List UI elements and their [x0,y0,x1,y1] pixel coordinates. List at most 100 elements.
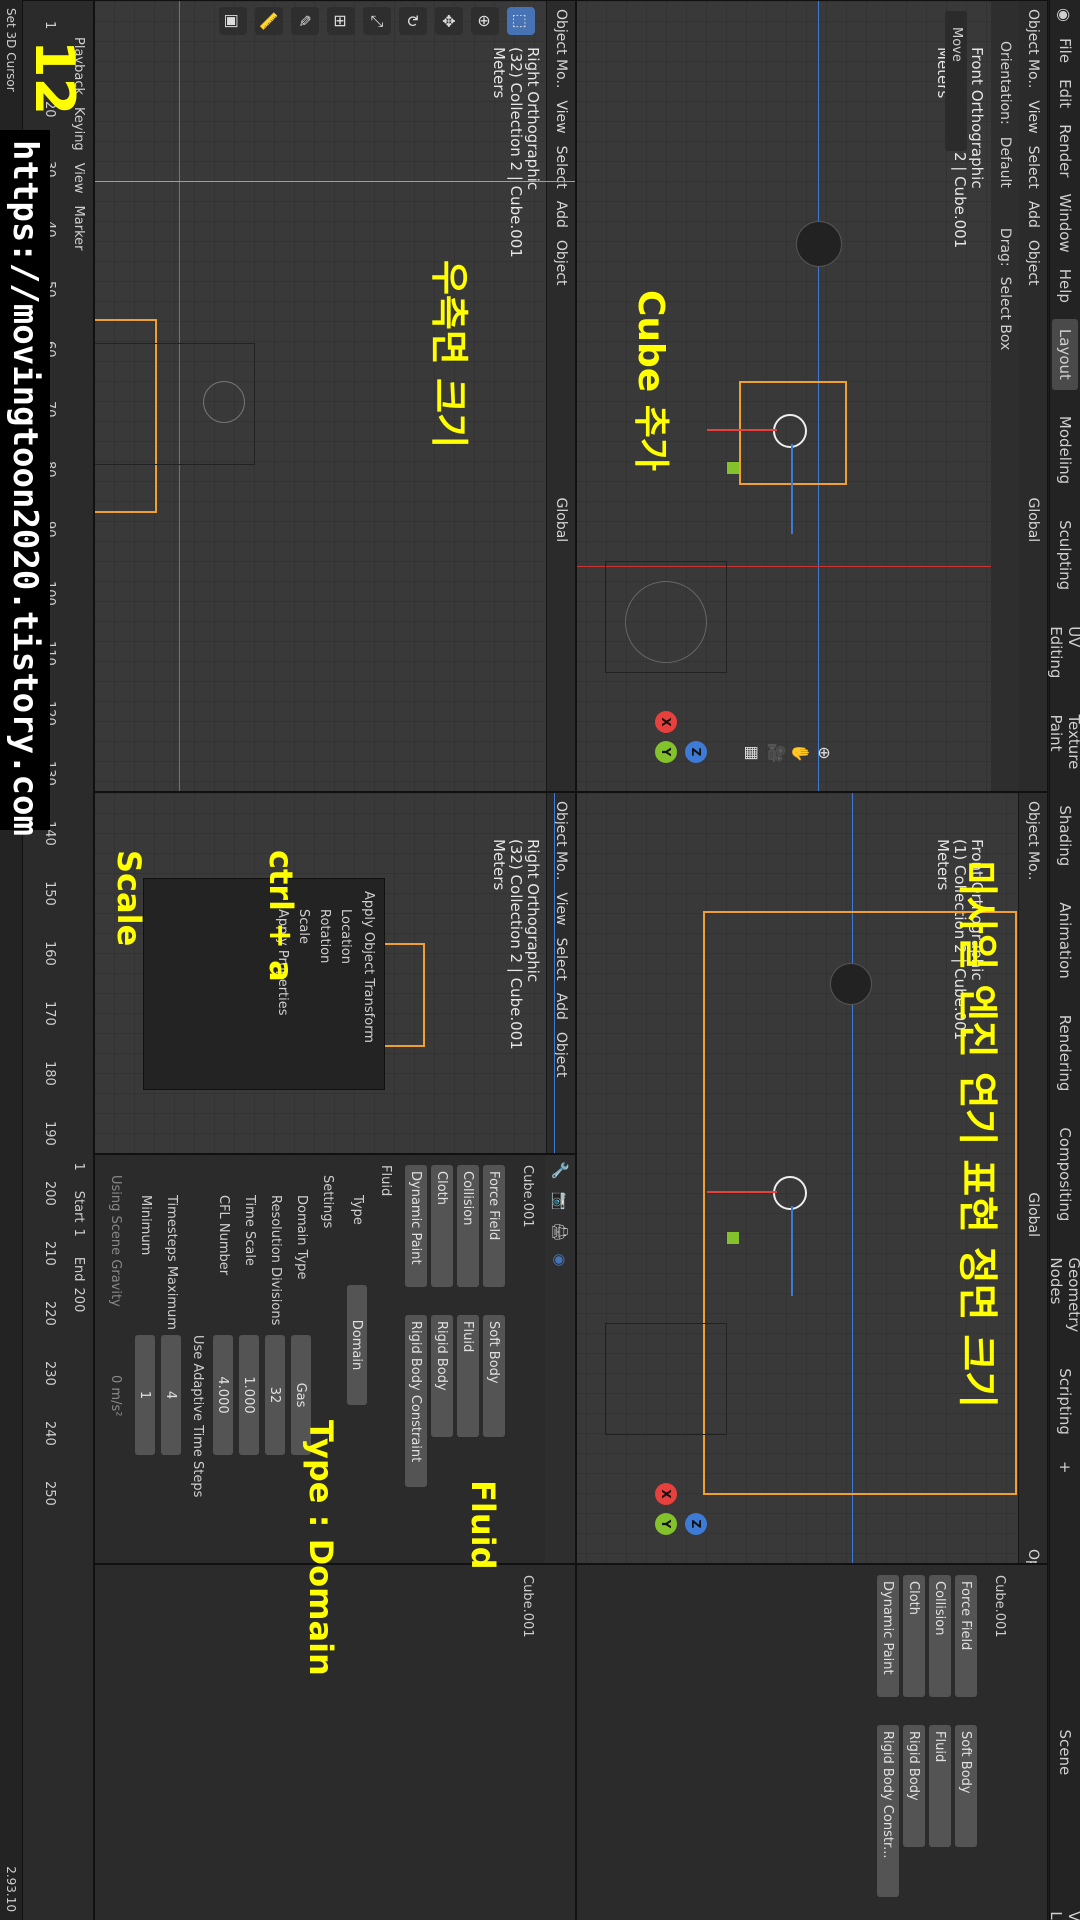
view-layer-selector[interactable]: View Layer [1047,1911,1080,1920]
viewport-right[interactable]: Object Mo.. View Select Add Object Globa… [94,0,576,792]
rigid-body-constraint-button[interactable]: Rigid Body Constraint [405,1315,427,1487]
viewport-right-2[interactable]: Object Mo.. View Select Add Object Right… [94,792,576,1154]
scene-selector[interactable]: Scene [1056,1730,1074,1776]
menu-window[interactable]: Window [1056,194,1074,253]
tab-compositing[interactable]: Compositing [1052,1117,1078,1231]
menu-select[interactable]: Select [553,938,569,981]
apply-location-checkbox[interactable]: Location [338,909,353,1059]
transform-orientation[interactable]: Global [1025,498,1041,543]
select-box-tool-icon[interactable]: ⬚ [507,7,535,35]
fluid-type-dropdown[interactable]: Domain [347,1285,367,1405]
dynamic-paint-button[interactable]: Dynamic Paint [405,1165,427,1287]
sphere-object[interactable] [830,963,872,1005]
add-cube-tool-icon[interactable]: ▣ [219,7,247,35]
gizmo-z-arrow[interactable] [791,444,793,534]
mode-dropdown[interactable]: Object Mo.. [553,801,569,880]
timesteps-max-field[interactable]: 4 [161,1335,181,1455]
tab-rendering[interactable]: Rendering [1052,1005,1078,1102]
resolution-field[interactable]: 32 [265,1335,285,1455]
mode-dropdown[interactable]: Object Mo.. [1025,801,1041,880]
transform-origin-circle[interactable] [773,414,807,448]
tab-sculpting[interactable]: Sculpting [1052,510,1078,600]
gizmo-plane-handle[interactable] [727,1232,739,1244]
gizmo-plane-handle[interactable] [727,462,739,474]
menu-object[interactable]: Object [553,1032,569,1078]
tab-shading[interactable]: Shading [1052,795,1078,876]
mode-dropdown[interactable]: Object Mo.. [553,9,569,88]
menu-add[interactable]: Add [553,993,569,1020]
apply-rotation-checkbox[interactable]: Rotation [317,909,332,1059]
menu-render[interactable]: Render [1056,124,1074,177]
menu-select[interactable]: Select [553,146,569,189]
menu-add[interactable]: Add [1025,201,1041,228]
drag-select-box[interactable]: Select Box [997,277,1013,351]
force-field-button[interactable]: Force Field [483,1165,505,1287]
menu-help[interactable]: Help [1056,269,1074,303]
move-panel[interactable]: Move [945,11,967,151]
rotate-tool-icon[interactable]: ↻ [399,7,427,35]
menu-view[interactable]: View [1025,100,1041,133]
gizmo-x-icon[interactable]: X [655,711,677,733]
add-workspace-button[interactable]: + [1056,1461,1074,1474]
marker-menu[interactable]: Marker [72,206,87,251]
grid-view-icon[interactable]: ▦ [741,741,765,765]
menu-view[interactable]: View [553,100,569,133]
menu-view[interactable]: View [553,892,569,925]
rigid-body-button[interactable]: Rigid Body [431,1315,453,1437]
minimum-field[interactable]: 1 [135,1335,155,1455]
menu-object[interactable]: Object [1025,240,1041,286]
cloth-button[interactable]: Cloth [903,1575,925,1697]
annotate-tool-icon[interactable]: ✎ [291,7,319,35]
transform-orientation[interactable]: Global [553,498,569,543]
collision-button[interactable]: Collision [457,1165,479,1287]
menu-file[interactable]: File [1056,38,1074,63]
start-field[interactable]: 1 [72,1229,87,1237]
tab-uv-editing[interactable]: UV Editing [1043,616,1080,688]
cursor-tool-icon[interactable]: ⊕ [471,7,499,35]
gizmo-z-arrow[interactable] [791,1206,793,1296]
orientation-default[interactable]: Default [997,137,1013,188]
adaptive-timesteps-checkbox[interactable]: Use Adaptive Time Steps [190,1335,205,1497]
fluid-button[interactable]: Fluid [929,1725,951,1847]
tab-geometry-nodes[interactable]: Geometry Nodes [1043,1247,1080,1342]
tab-layout[interactable]: Layout [1052,318,1078,390]
tab-texture-paint[interactable]: Texture Paint [1043,704,1080,779]
menu-select[interactable]: Select [1025,146,1041,189]
measure-tool-icon[interactable]: 📏 [255,7,283,35]
force-field-button[interactable]: Force Field [955,1575,977,1697]
gizmo-z-icon[interactable]: Z [685,741,707,763]
tool-tab-icon[interactable]: 🔧 [551,1161,569,1180]
menu-object[interactable]: Object [553,240,569,286]
gizmo-x-arrow[interactable] [707,429,777,431]
rigid-body-button[interactable]: Rigid Body [903,1725,925,1847]
pan-hand-icon[interactable]: ✋ [789,741,813,765]
time-scale-field[interactable]: 1.000 [239,1335,259,1455]
output-tab-icon[interactable]: 🖨 [551,1222,569,1241]
soft-body-button[interactable]: Soft Body [955,1725,977,1847]
move-tool-icon[interactable]: ✥ [435,7,463,35]
gizmo-y-icon[interactable]: Y [655,741,677,763]
gizmo-y-icon[interactable]: Y [655,1513,677,1535]
fluid-section-header[interactable]: Fluid [378,1165,393,1196]
gizmo-x-arrow[interactable] [707,1191,777,1193]
scale-tool-icon[interactable]: ⤢ [363,7,391,35]
render-tab-icon[interactable]: 📷 [551,1192,569,1211]
tab-modeling[interactable]: Modeling [1052,406,1078,494]
sphere-object[interactable] [796,221,842,267]
view-menu[interactable]: View [72,163,87,194]
cloth-button[interactable]: Cloth [431,1165,453,1287]
rigid-body-constraint-button[interactable]: Rigid Body Constr... [877,1725,899,1897]
zoom-icon[interactable]: ⊕ [813,741,837,765]
dynamic-paint-button[interactable]: Dynamic Paint [877,1575,899,1697]
end-field[interactable]: 200 [72,1288,87,1313]
gizmo-x-icon[interactable]: X [655,1483,677,1505]
settings-section-header[interactable]: Settings [320,1175,335,1228]
camera-view-icon[interactable]: 🎥 [765,741,789,765]
menu-edit[interactable]: Edit [1056,79,1074,108]
fluid-button[interactable]: Fluid [457,1315,479,1437]
tab-scripting[interactable]: Scripting [1052,1358,1078,1445]
collision-button[interactable]: Collision [929,1575,951,1697]
tab-animation[interactable]: Animation [1052,892,1078,988]
current-frame-field[interactable]: 1 [72,1162,87,1170]
menu-add[interactable]: Add [553,201,569,228]
